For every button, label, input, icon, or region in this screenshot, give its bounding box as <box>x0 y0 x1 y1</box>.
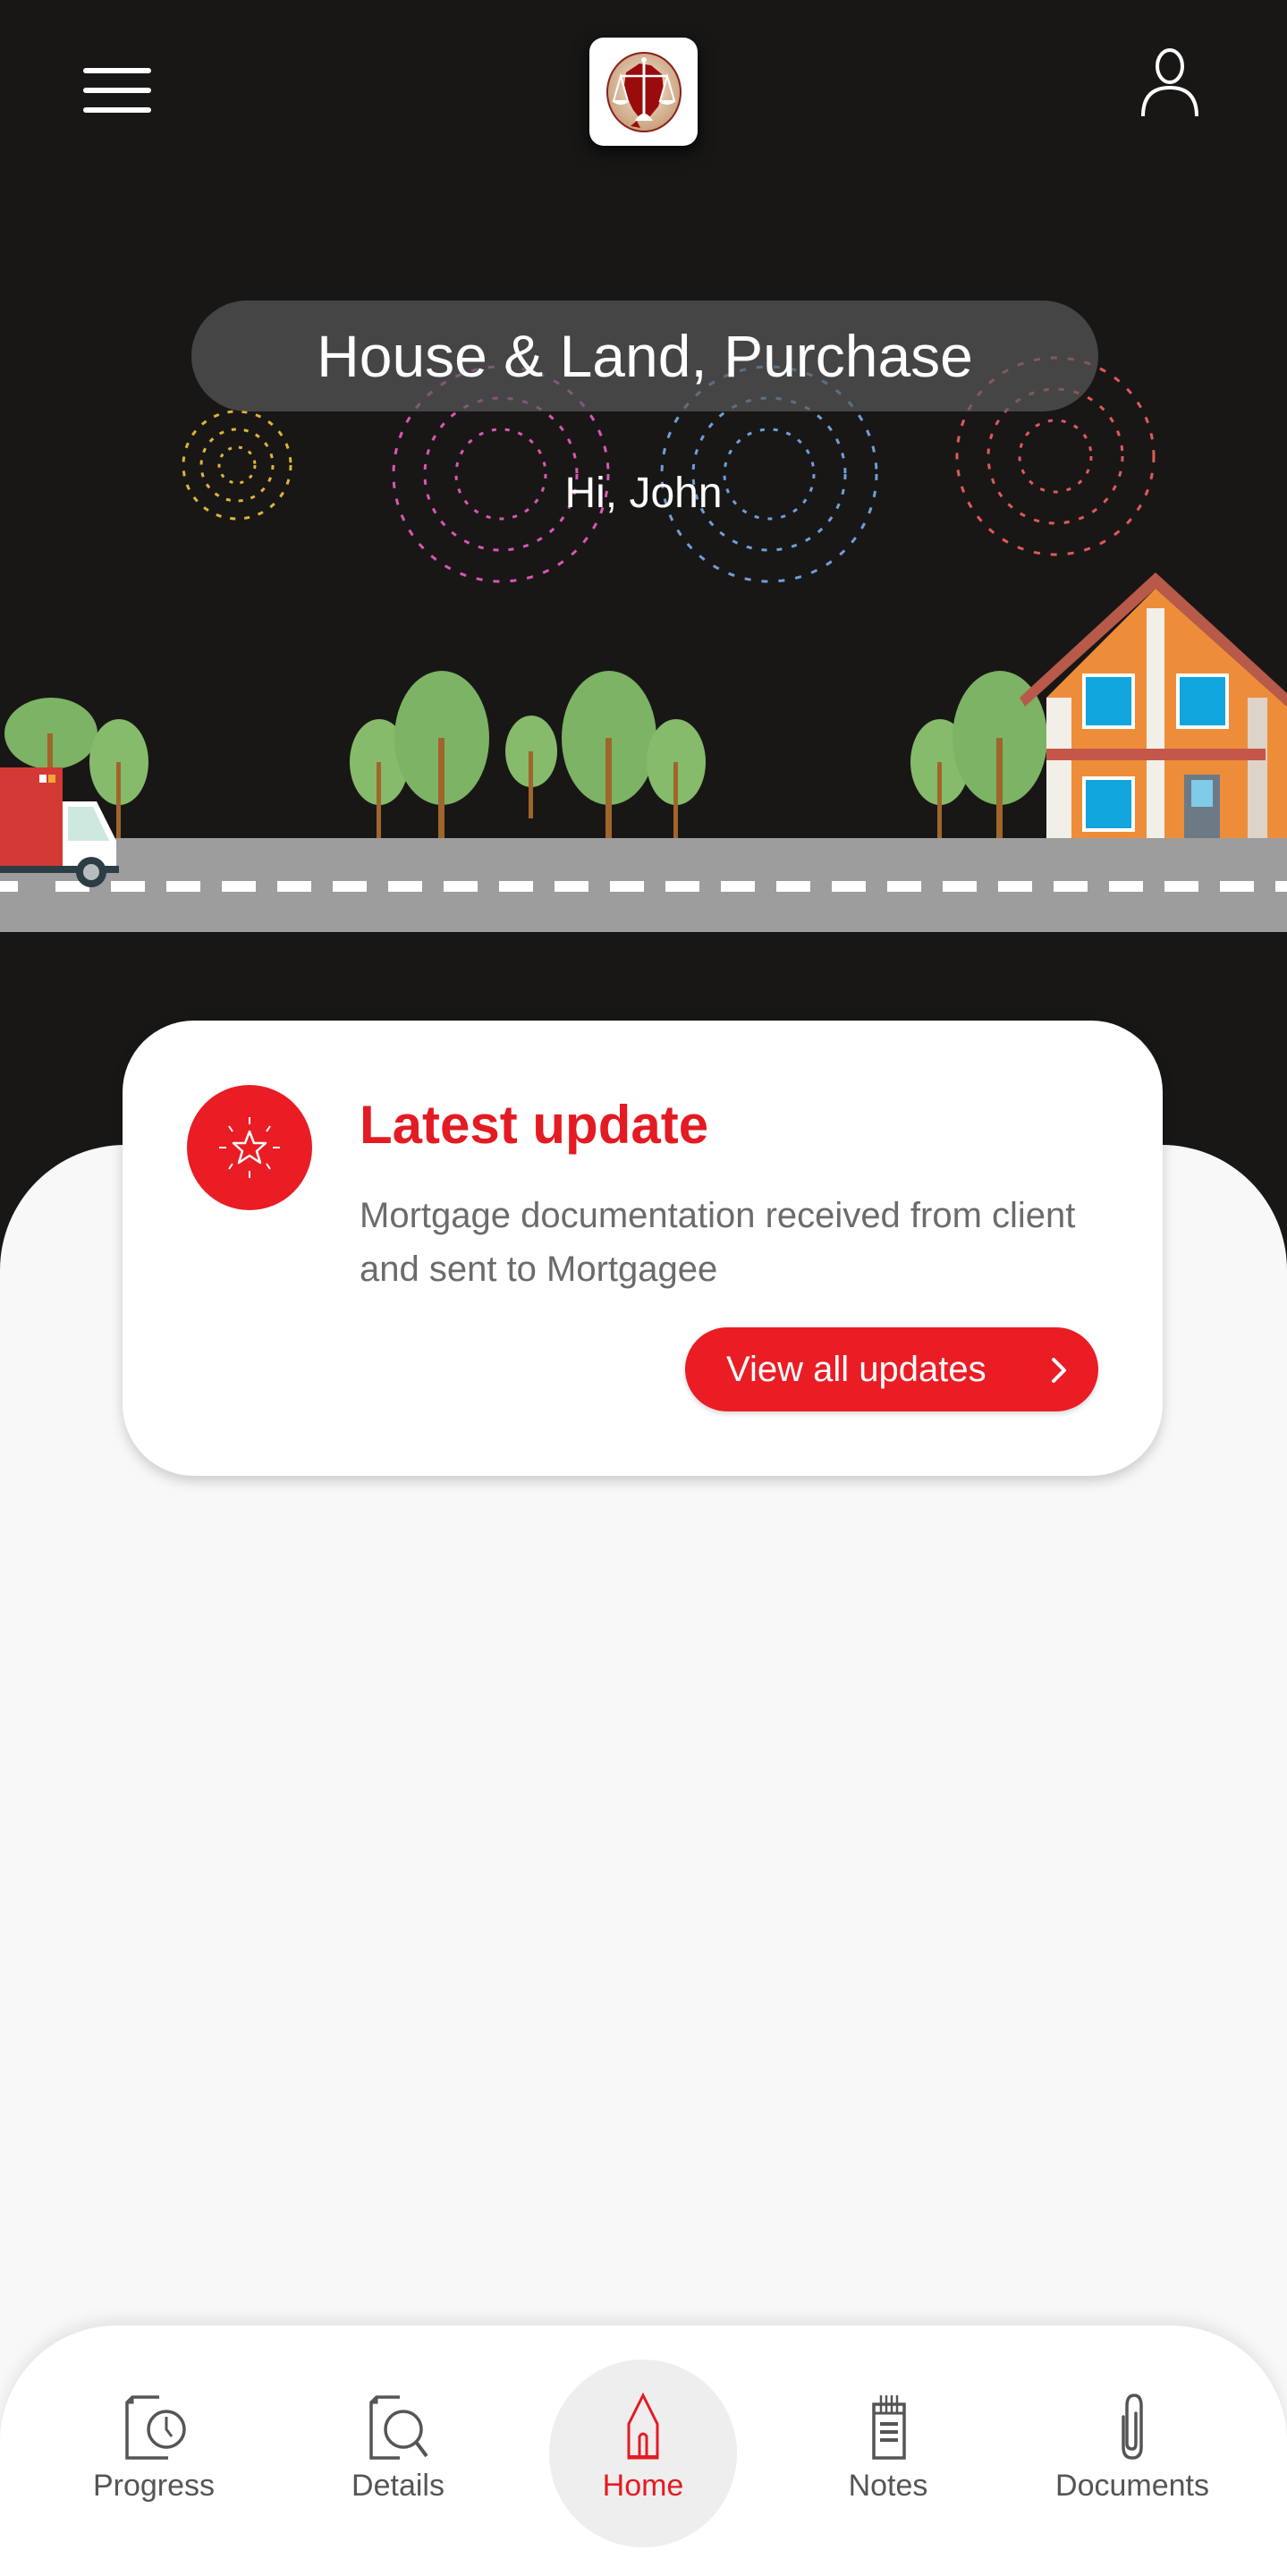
app-logo[interactable] <box>589 38 698 146</box>
latest-update-title: Latest update <box>360 1095 709 1155</box>
bottom-navigation: Progress Details Home Notes Documents <box>0 2326 1287 2576</box>
nav-tab-home[interactable]: Home <box>554 2326 732 2576</box>
street-scene-illustration <box>0 572 1287 932</box>
paperclip-icon <box>1122 2394 1143 2460</box>
star-icon <box>219 1117 280 1178</box>
update-badge <box>187 1085 312 1210</box>
scales-of-justice-logo-icon <box>605 51 682 132</box>
chevron-right-icon <box>1052 1358 1066 1383</box>
notepad-icon <box>872 2395 906 2460</box>
nav-tab-details[interactable]: Details <box>309 2326 487 2576</box>
home-icon <box>627 2392 659 2460</box>
nav-tab-documents[interactable]: Documents <box>1043 2326 1222 2576</box>
nav-label-notes: Notes <box>848 2469 928 2503</box>
view-all-updates-label: View all updates <box>726 1349 986 1389</box>
greeting: Hi, John <box>564 470 723 517</box>
nav-label-home: Home <box>602 2469 684 2503</box>
menu-button[interactable] <box>79 61 156 120</box>
document-clock-icon <box>125 2395 186 2460</box>
matter-title: House & Land, Purchase <box>317 323 973 389</box>
nav-tab-progress[interactable]: Progress <box>64 2326 243 2576</box>
view-all-updates-button[interactable]: View all updates <box>685 1327 1098 1411</box>
latest-update-card: Latest update Mortgage documentation rec… <box>123 1021 1163 1476</box>
nav-tab-notes[interactable]: Notes <box>799 2326 978 2576</box>
document-search-icon <box>369 2395 428 2460</box>
trees <box>4 671 1047 838</box>
nav-label-details: Details <box>351 2469 445 2503</box>
house <box>1020 572 1287 838</box>
hamburger-menu-icon <box>83 68 151 73</box>
profile-button[interactable] <box>1134 47 1206 123</box>
user-profile-icon <box>1141 48 1198 117</box>
latest-update-description: Mortgage documentation received from cli… <box>360 1196 1076 1289</box>
nav-label-progress: Progress <box>92 2469 216 2503</box>
nav-label-documents: Documents <box>1055 2469 1209 2503</box>
